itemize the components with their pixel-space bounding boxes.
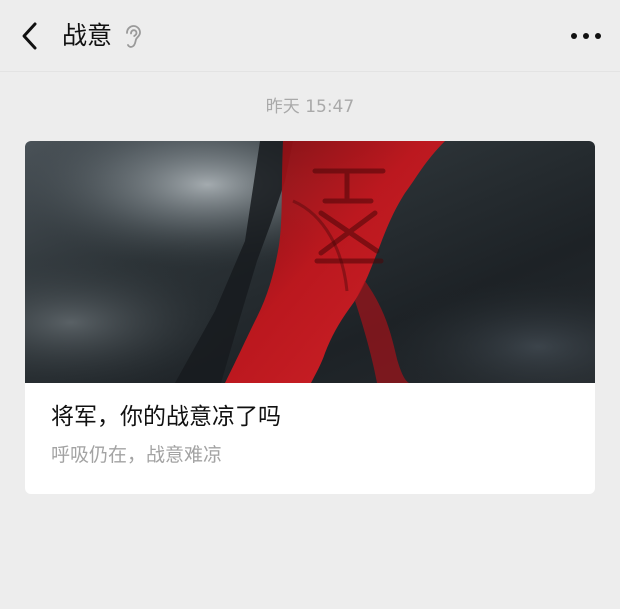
article-cover-image (25, 141, 595, 383)
article-digest: 呼吸仍在，战意难凉 (51, 444, 223, 466)
message-timestamp: 昨天 15:47 (265, 97, 355, 117)
article-title: 将军，你的战意凉了吗 (51, 404, 281, 430)
navigation-bar: 战意 (0, 0, 620, 72)
chevron-left-icon (22, 22, 37, 50)
chat-title: 战意 (62, 21, 113, 50)
ear-icon (126, 25, 141, 48)
more-button[interactable] (564, 18, 608, 54)
article-card[interactable]: 将军，你的战意凉了吗 呼吸仍在，战意难凉 (25, 141, 595, 494)
more-dots-icon (571, 33, 601, 39)
back-button[interactable] (8, 14, 52, 58)
